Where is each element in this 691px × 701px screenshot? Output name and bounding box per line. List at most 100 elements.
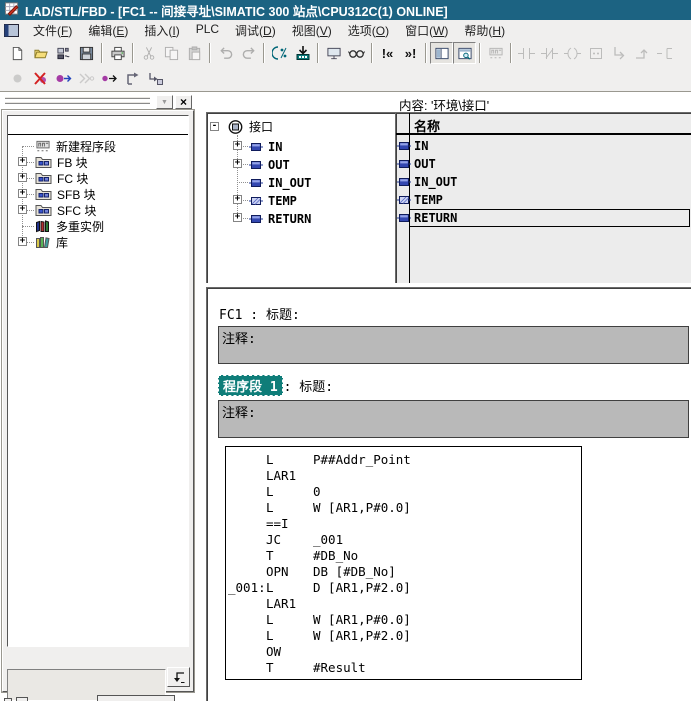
new-document-button[interactable] [6,42,29,64]
title-bar[interactable]: LAD/STL/FBD - [FC1 -- 间接寻址\SIMATIC 300 站… [0,0,691,20]
stl-line[interactable]: T#DB_No [228,548,579,564]
program-elements-list: 新建程序段 + FB 块 + FC 块 + SFB 块 + SFC 块多重实例 + 库 [7,115,189,647]
stl-line[interactable]: LAR1 [228,596,579,612]
download-button[interactable] [291,42,314,64]
panel-close-button[interactable]: × [175,95,192,109]
stl-line[interactable]: _001:LD [AR1,P#2.0] [228,580,579,596]
goto-next-error-button[interactable]: »! [399,42,422,64]
expand-plus-icon[interactable]: + [18,189,27,198]
interface-section-in[interactable]: IN [249,138,282,155]
block-comment-box[interactable]: 注释: [218,326,689,364]
breakpoints-off-button[interactable] [29,68,52,90]
network-label-selected[interactable]: 程序段 1 [218,375,283,396]
decl-row-return[interactable]: RETURN [396,209,691,227]
interface-section-out[interactable]: OUT [249,156,290,173]
toolbar-separator [101,43,103,63]
collapse-minus-icon[interactable]: - [210,122,219,131]
stl-line[interactable]: LW [AR1,P#0.0] [228,500,579,516]
expand-plus-icon[interactable]: + [18,205,27,214]
menu-item-8[interactable]: 帮助(H) [456,20,513,41]
empty-box-icon [588,46,604,61]
run-to-cursor-button[interactable] [52,68,75,90]
stl-line[interactable]: LP##Addr_Point [228,452,579,468]
panel-menu-button[interactable]: ▼ [156,95,173,109]
expand-plus-icon[interactable]: + [233,159,242,168]
step-into-icon [148,71,164,86]
expand-plus-icon[interactable]: + [233,141,242,150]
document-window-icon[interactable] [4,24,19,37]
decl-row-in_out[interactable]: IN_OUT [396,173,691,191]
open-online-icon [56,46,72,61]
overview-item-1[interactable]: FB 块 [35,154,88,170]
network-comment-box[interactable]: 注释: [218,400,689,438]
menu-item-1[interactable]: 编辑(E) [80,20,136,41]
stl-line[interactable]: ==I [228,516,579,532]
stl-line[interactable]: LW [AR1,P#2.0] [228,628,579,644]
menu-item-2[interactable]: 插入(I) [136,20,187,41]
open-folder-icon [33,46,49,61]
overview-item-2[interactable]: FC 块 [35,170,88,186]
print-button[interactable] [106,42,129,64]
interface-section-temp[interactable]: TEMP [249,192,297,209]
program-status-button[interactable] [268,42,291,64]
interface-section-return[interactable]: RETURN [249,210,311,227]
stl-line[interactable]: LAR1 [228,468,579,484]
decl-row-temp[interactable]: TEMP [396,191,691,209]
stl-jump-label [228,452,266,468]
stl-line[interactable]: JC_001 [228,532,579,548]
stl-line[interactable]: LW [AR1,P#0.0] [228,612,579,628]
expand-plus-icon[interactable]: + [18,173,27,182]
list-divider [8,134,188,135]
bottom-tab-fragment[interactable] [97,695,175,701]
stl-jump-label [228,660,266,676]
download-icon [295,45,311,61]
decl-row-out[interactable]: OUT [396,155,691,173]
step-into-button[interactable] [144,68,167,90]
expand-plus-icon[interactable]: + [233,195,242,204]
continue-button[interactable] [98,68,121,90]
panel-gripper[interactable] [5,101,150,104]
stl-code-box[interactable]: LP##Addr_PointLAR1L0LW [AR1,P#0.0]==IJC_… [225,446,582,680]
execute-button[interactable] [121,68,144,90]
breakpoint-button [6,68,29,90]
monitor-button[interactable] [322,42,345,64]
glasses-button[interactable] [345,42,368,64]
panel-gripper[interactable] [5,96,150,99]
contact-nc-button [538,42,561,64]
toolbar-separator [479,43,481,63]
overview-item-3[interactable]: SFB 块 [35,186,96,202]
overview-item-4[interactable]: SFC 块 [35,202,96,218]
jump-to-location-button[interactable] [167,667,190,687]
decl-icon [249,159,263,171]
insert-element-button [653,42,676,64]
expand-plus-icon[interactable]: + [233,213,242,222]
stl-line[interactable]: OPNDB [#DB_No] [228,564,579,580]
open-folder-button[interactable] [29,42,52,64]
block-title[interactable]: FC1 : 标题: [219,304,300,323]
expand-plus-icon[interactable]: + [18,157,27,166]
overview-item-5[interactable]: 多重实例 [35,218,104,234]
stl-line[interactable]: OW [228,644,579,660]
network-title-line[interactable]: 程序段 1 : 标题: [218,376,333,394]
overview-item-6[interactable]: 库 [35,234,68,250]
stl-opcode: L [266,500,313,516]
menu-item-4[interactable]: 调试(D) [227,20,284,41]
decl-row-in[interactable]: IN [396,137,691,155]
interface-section-in_out[interactable]: IN_OUT [249,174,311,191]
menu-item-6[interactable]: 选项(O) [340,20,397,41]
menu-item-7[interactable]: 窗口(W) [397,20,456,41]
menu-bar: 文件(F)编辑(E)插入(I)PLC调试(D)视图(V)选项(O)窗口(W)帮助… [0,20,691,40]
menu-item-5[interactable]: 视图(V) [284,20,340,41]
expand-plus-icon[interactable]: + [18,237,27,246]
interface-root[interactable]: 接口 [227,118,273,135]
open-online-button[interactable] [52,42,75,64]
overview-toggle-button[interactable] [430,42,453,64]
stl-line[interactable]: T#Result [228,660,579,676]
stl-line[interactable]: L0 [228,484,579,500]
save-button[interactable] [75,42,98,64]
goto-prev-error-button[interactable]: !« [376,42,399,64]
detail-view-toggle-button[interactable] [453,42,476,64]
overview-item-0[interactable]: 新建程序段 [35,138,116,154]
menu-item-0[interactable]: 文件(F) [25,20,80,41]
menu-item-3[interactable]: PLC [188,20,227,41]
